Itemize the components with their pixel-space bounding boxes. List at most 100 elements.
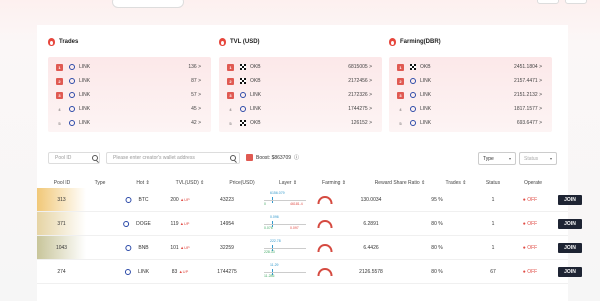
- link-icon: [410, 120, 416, 126]
- token-name: OKB: [250, 64, 261, 70]
- leaderboard-row[interactable]: 2 LINK 87 >: [56, 74, 201, 88]
- leaderboard-row[interactable]: 3 LINK 57 >: [56, 88, 201, 102]
- price-current: 11.29: [270, 263, 279, 267]
- stat-value: 2172456 >: [348, 78, 372, 84]
- leaderboard-row[interactable]: 1 LINK 136 >: [56, 60, 201, 74]
- reward-ratio-value: 95 %: [431, 196, 443, 203]
- col-trades[interactable]: Trades ⇕: [446, 180, 467, 186]
- leaderboard-row[interactable]: 5 LINK 42 >: [56, 116, 201, 130]
- leaderboard-row[interactable]: 5 LINK 693.6477 >: [397, 116, 542, 130]
- token-name: LINK: [250, 106, 262, 112]
- tvl-value: 14954: [220, 220, 234, 227]
- table-row: 274 LINK 83 ▲UP 1744275 11.29 11.286 212…: [37, 260, 582, 284]
- okb-icon: [240, 120, 246, 126]
- rank-number: 5: [399, 120, 402, 126]
- link-icon: [410, 92, 416, 98]
- join-button[interactable]: JOIN: [558, 194, 582, 205]
- help-icon[interactable]: ⓘ: [294, 154, 299, 161]
- okb-icon: [240, 78, 246, 84]
- leaderboard-row[interactable]: 5 OKB 126152 >: [227, 116, 372, 130]
- medal-icon: 3: [56, 91, 63, 99]
- hot-value: 119 ▲UP: [170, 220, 190, 227]
- rank-number: 4: [229, 106, 232, 112]
- col-tvl[interactable]: TVL(USD) ⇕: [176, 180, 205, 186]
- farming-value: 6.4426: [363, 244, 379, 251]
- table-row: 313 BTC 200 ▲UP 43223 6156.079 0 46181.4…: [37, 188, 582, 212]
- chevron-down-icon: ▾: [549, 156, 552, 161]
- leaderboard-row[interactable]: 3 LINK 2172326 >: [227, 88, 372, 102]
- top-button-1[interactable]: [537, 0, 559, 4]
- up-badge: ▲UP: [180, 244, 190, 250]
- col-reward-ratio[interactable]: Reward Share Ratio ⇕: [375, 180, 426, 186]
- top-nav-pill[interactable]: [112, 0, 184, 8]
- stat-value: 87 >: [191, 78, 201, 84]
- leaderboard-row[interactable]: 4 LINK 1744275 >: [227, 102, 372, 116]
- rank-number: 5: [229, 120, 232, 126]
- link-icon: [69, 64, 75, 70]
- price-high: 46181.4: [290, 202, 303, 206]
- price-current: 0.096: [270, 215, 279, 219]
- farming-value: 130.0034: [360, 196, 382, 203]
- leaderboard-row[interactable]: 1 OKB 6815005 >: [227, 60, 372, 74]
- creator-address-input[interactable]: Please enter creator's wallet address: [106, 152, 240, 164]
- okb-icon: [410, 64, 416, 70]
- okb-icon: [240, 64, 246, 70]
- join-button[interactable]: JOIN: [558, 266, 582, 277]
- stat-value: 2451.1804 >: [514, 64, 542, 70]
- leaderboard-row[interactable]: 4 LINK 1817.1577 >: [397, 102, 542, 116]
- leaderboard-row[interactable]: 4 LINK 45 >: [56, 102, 201, 116]
- status-badge: ● OFF: [522, 268, 538, 275]
- col-farming[interactable]: Farming ⇕: [322, 180, 346, 186]
- medal-icon: 1: [56, 63, 63, 71]
- token-name: LINK: [79, 92, 91, 98]
- farming-value: 6.2891: [363, 220, 379, 227]
- token-name: LINK: [420, 120, 432, 126]
- status-select[interactable]: Status ▾: [519, 152, 557, 165]
- boost-icon: [246, 154, 253, 161]
- join-button[interactable]: JOIN: [558, 242, 582, 253]
- join-button[interactable]: JOIN: [558, 218, 582, 229]
- search-icon[interactable]: [92, 155, 98, 161]
- token-name: LINK: [250, 92, 262, 98]
- rank-number: 4: [58, 106, 61, 112]
- col-status: Status: [485, 180, 501, 186]
- farming-value: 2126.5578: [359, 268, 383, 275]
- fire-icon: [48, 38, 55, 46]
- stat-value: 42 >: [191, 120, 201, 126]
- type-select[interactable]: Type ▾: [478, 152, 516, 165]
- table-row: 371 DOGE 119 ▲UP 14954 0.096 0.076 0.097…: [37, 212, 582, 236]
- medal-icon: 3: [397, 91, 404, 99]
- price-current: 6156.079: [270, 191, 285, 195]
- up-badge: ▲UP: [178, 268, 189, 274]
- leaderboard-row[interactable]: 3 LINK 2151.2132 >: [397, 88, 542, 102]
- search-icon[interactable]: [230, 155, 236, 161]
- status-badge: ● OFF: [522, 196, 538, 203]
- leaderboard-row[interactable]: 2 LINK 2157.4471 >: [397, 74, 542, 88]
- stat-value: 57 >: [191, 92, 201, 98]
- stat-value: 2172326 >: [348, 92, 372, 98]
- coin-icon: [125, 244, 132, 251]
- col-hot[interactable]: Hot ⇕: [136, 180, 149, 186]
- token-name: LINK: [420, 92, 432, 98]
- link-icon: [240, 92, 246, 98]
- price-bar: [264, 272, 306, 273]
- token-name: LINK: [79, 106, 91, 112]
- medal-icon: 2: [227, 77, 234, 85]
- up-badge: ▲UP: [179, 220, 190, 226]
- stat-value: 136 >: [188, 64, 201, 70]
- price-low: 228.33: [264, 250, 275, 254]
- pool-type: LINK: [124, 268, 149, 275]
- token-name: LINK: [420, 106, 432, 112]
- leaderboard-row[interactable]: 1 OKB 2451.1804 >: [397, 60, 542, 74]
- status-badge: ● OFF: [522, 220, 538, 227]
- col-layer[interactable]: Layer ⇕: [279, 180, 297, 186]
- link-icon: [69, 92, 75, 98]
- medal-icon: 3: [227, 91, 234, 99]
- top-button-2[interactable]: [565, 0, 587, 4]
- price-range: 222.78 228.33: [264, 239, 306, 257]
- leaderboard-row[interactable]: 2 OKB 2172456 >: [227, 74, 372, 88]
- reward-ratio-value: 80 %: [431, 268, 443, 275]
- tvl-title: TVL (USD): [219, 38, 260, 46]
- stat-value: 1744275 >: [348, 106, 372, 112]
- trades-title: Trades: [48, 38, 78, 46]
